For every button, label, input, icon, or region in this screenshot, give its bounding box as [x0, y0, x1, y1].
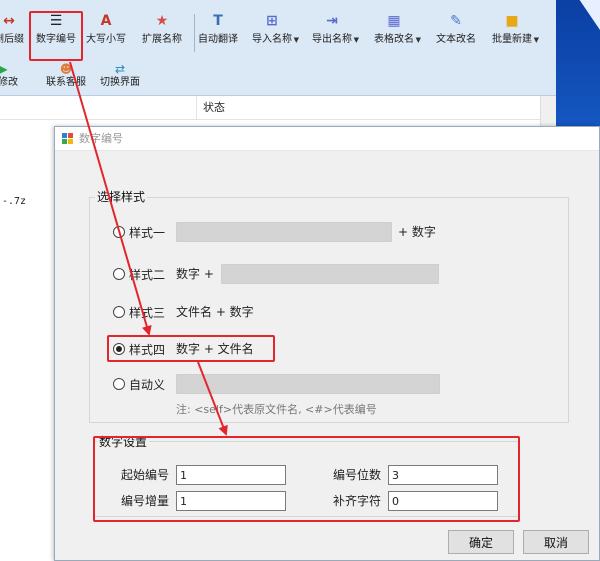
- export-name-button[interactable]: ⇥ 导出名称 ▼: [312, 10, 359, 56]
- remove-suffix-button[interactable]: ↔ 删后缀: [0, 10, 24, 56]
- case-convert-icon: A: [100, 13, 112, 29]
- radio-style-2-label: 样式二: [129, 267, 166, 282]
- number-naming-icon: ☰: [49, 13, 63, 29]
- auto-translate-label: 自动翻译: [198, 34, 238, 45]
- table-rename-button[interactable]: ▦ 表格改名 ▼: [374, 10, 421, 56]
- batch-new-button[interactable]: ■ 批量新建 ▼: [492, 10, 539, 56]
- increment-input[interactable]: [176, 491, 286, 511]
- style-group-caption: 选择样式: [95, 188, 148, 205]
- radio-style-1-label: 样式一: [129, 225, 166, 240]
- style-2-suffix-field: [221, 264, 439, 284]
- batch-new-icon: ■: [505, 13, 519, 29]
- radio-circle[interactable]: [113, 378, 125, 390]
- radio-custom[interactable]: 自动义: [113, 374, 165, 394]
- radio-circle[interactable]: [113, 268, 125, 280]
- table-rename-icon: ▦: [387, 13, 401, 29]
- remove-suffix-icon: ↔: [3, 13, 15, 29]
- contact-support-button[interactable]: ☻ 联系客服: [46, 62, 86, 92]
- radio-custom-label: 自动义: [129, 377, 166, 392]
- table-rename-label: 表格改名: [374, 34, 414, 45]
- number-naming-button[interactable]: ☰ 数字编号: [36, 10, 76, 56]
- column-header-status[interactable]: 状态: [196, 96, 225, 120]
- batch-new-label: 批量新建: [492, 34, 532, 45]
- digit-count-label: 编号位数: [333, 468, 382, 482]
- execute-rename-button[interactable]: ▶行修改: [0, 62, 18, 92]
- custom-pattern-note: 注: <self>代表原文件名, <#>代表编号: [176, 403, 377, 416]
- switch-ui-label: 切换界面: [100, 77, 140, 88]
- file-list-header: 状态: [0, 96, 540, 120]
- execute-rename-icon: ▶: [0, 62, 8, 76]
- ok-button[interactable]: 确定: [448, 530, 514, 554]
- app-window-icon: [62, 133, 73, 144]
- dropdown-caret-icon[interactable]: ▼: [354, 36, 359, 44]
- radio-circle-checked[interactable]: [113, 343, 125, 355]
- main-toolbar: ↔删后缀☰数字编号A大写小写★扩展名称T自动翻译⊞导入名称▼⇥导出名称▼▦表格改…: [0, 0, 556, 96]
- cancel-button[interactable]: 取消: [523, 530, 589, 554]
- style-3-description: 文件名 + 数字: [176, 305, 254, 319]
- radio-style-1[interactable]: 样式一: [113, 222, 165, 242]
- style-2-prefix: 数字 +: [176, 267, 214, 281]
- dialog-title-bar: 数字编号: [55, 127, 599, 151]
- start-number-label: 起始编号: [121, 468, 170, 482]
- dialog-title: 数字编号: [79, 132, 123, 145]
- export-name-label: 导出名称: [312, 34, 352, 45]
- number-settings-caption: 数字设置: [97, 433, 150, 450]
- text-rename-icon: ✎: [450, 13, 462, 29]
- text-rename-button[interactable]: ✎ 文本改名: [436, 10, 476, 56]
- style-4-description: 数字 + 文件名: [176, 342, 254, 356]
- number-naming-label: 数字编号: [36, 34, 76, 45]
- export-name-icon: ⇥: [326, 13, 338, 29]
- switch-ui-button[interactable]: ⇄ 切换界面: [100, 62, 140, 92]
- radio-style-4[interactable]: 样式四: [113, 339, 165, 359]
- increment-label: 编号增量: [121, 494, 170, 508]
- custom-pattern-field: [176, 374, 440, 394]
- number-naming-dialog: 数字编号 选择样式 样式一 + 数字 样式二 数字 + 样式三 文件名 + 数字…: [54, 126, 600, 561]
- auto-translate-button[interactable]: T 自动翻译: [198, 10, 238, 56]
- case-convert-label: 大写小写: [86, 34, 126, 45]
- start-number-input[interactable]: [176, 465, 286, 485]
- extend-name-button[interactable]: ★ 扩展名称: [142, 10, 182, 56]
- case-convert-button[interactable]: A 大写小写: [86, 10, 126, 56]
- import-name-icon: ⊞: [266, 13, 278, 29]
- execute-rename-label: 行修改: [0, 77, 18, 88]
- import-name-button[interactable]: ⊞ 导入名称 ▼: [252, 10, 299, 56]
- auto-translate-icon: T: [213, 13, 223, 29]
- toolbar-separator: [194, 14, 195, 52]
- radio-circle[interactable]: [113, 226, 125, 238]
- extend-name-label: 扩展名称: [142, 34, 182, 45]
- radio-circle[interactable]: [113, 306, 125, 318]
- contact-support-icon: ☻: [59, 62, 73, 76]
- digit-count-input[interactable]: [388, 465, 498, 485]
- remove-suffix-label: 删后缀: [0, 34, 24, 45]
- style-1-suffix: + 数字: [398, 225, 436, 239]
- dropdown-caret-icon[interactable]: ▼: [294, 36, 299, 44]
- radio-style-2[interactable]: 样式二: [113, 264, 165, 284]
- import-name-label: 导入名称: [252, 34, 292, 45]
- contact-support-label: 联系客服: [46, 77, 86, 88]
- pad-char-input[interactable]: [388, 491, 498, 511]
- radio-style-3[interactable]: 样式三: [113, 302, 165, 322]
- dropdown-caret-icon[interactable]: ▼: [416, 36, 421, 44]
- radio-style-4-label: 样式四: [129, 342, 166, 357]
- text-rename-label: 文本改名: [436, 34, 476, 45]
- file-list-row-text: -.7z: [2, 196, 27, 207]
- switch-ui-icon: ⇄: [114, 62, 126, 76]
- radio-style-3-label: 样式三: [129, 305, 166, 320]
- pad-char-label: 补齐字符: [333, 494, 382, 508]
- dropdown-caret-icon[interactable]: ▼: [534, 36, 539, 44]
- style-1-prefix-field: [176, 222, 392, 242]
- extend-name-icon: ★: [155, 13, 169, 29]
